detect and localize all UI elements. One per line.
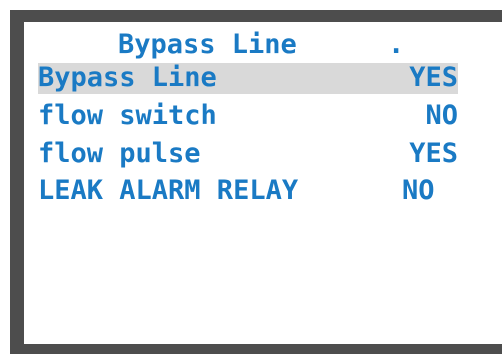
- menu-row-label: Bypass Line: [38, 62, 217, 93]
- menu-row-label: flow pulse: [38, 138, 201, 169]
- menu-row-bypass-line[interactable]: Bypass Line YES: [38, 62, 458, 94]
- menu-row-label: LEAK ALARM RELAY: [38, 175, 299, 206]
- screen-title: Bypass Line: [118, 29, 297, 60]
- menu-row-flow-switch[interactable]: flow switch NO: [38, 100, 458, 132]
- menu-row-value: YES: [409, 62, 458, 93]
- menu-row-value: NO: [402, 175, 435, 206]
- menu-row-value: NO: [425, 100, 458, 131]
- lcd-screen: Bypass Line . Bypass Line YES flow switc…: [24, 22, 502, 344]
- menu-row-value: YES: [409, 138, 458, 169]
- title-marker: .: [388, 29, 405, 60]
- device-display: Bypass Line . Bypass Line YES flow switc…: [0, 0, 502, 354]
- menu-row-label: flow switch: [38, 100, 217, 131]
- menu-row-leak-alarm-relay[interactable]: LEAK ALARM RELAY NO: [38, 175, 458, 207]
- menu-row-flow-pulse[interactable]: flow pulse YES: [38, 138, 458, 170]
